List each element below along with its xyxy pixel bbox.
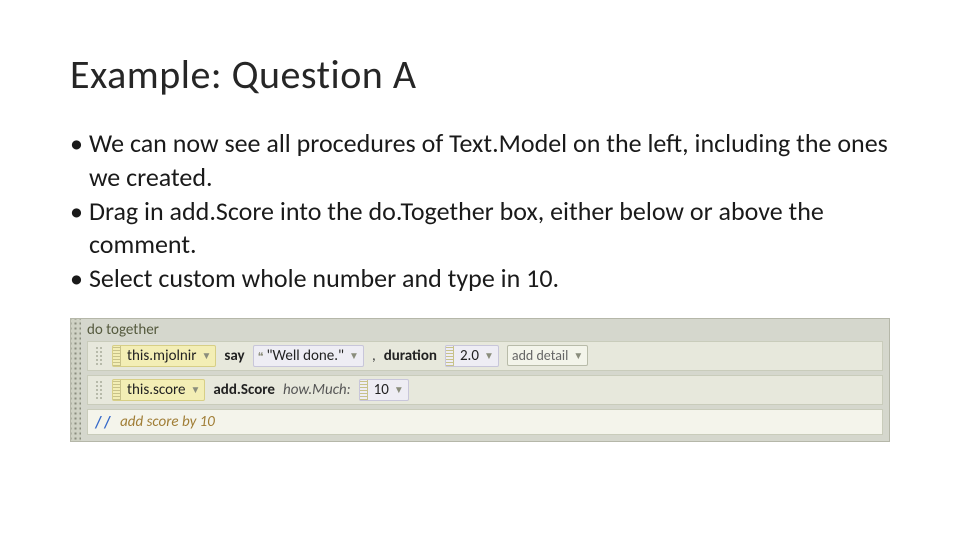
- bullet-text: We can now see all procedures of Text.Mo…: [89, 127, 890, 195]
- duration-label: duration: [384, 347, 437, 365]
- quote-icon: [258, 347, 264, 365]
- param-value: 10: [374, 381, 389, 399]
- stripes-icon: [360, 380, 368, 400]
- bullet-text: Drag in add.Score into the do.Together b…: [89, 195, 890, 263]
- dropdown-icon[interactable]: ▼: [191, 383, 201, 396]
- bullet-list: • We can now see all procedures of Text.…: [70, 127, 890, 296]
- method-name: say: [224, 347, 244, 365]
- duration-value: 2.0: [460, 347, 479, 365]
- dropdown-icon[interactable]: ▼: [201, 349, 211, 362]
- bullet-dot-icon: •: [70, 262, 83, 296]
- stripes-icon: [113, 346, 121, 366]
- slide-title: Example: Question A: [70, 50, 890, 99]
- target-text: this.mjolnir: [127, 347, 196, 365]
- drag-handle-icon[interactable]: [71, 319, 81, 441]
- target-pill[interactable]: this.score ▼: [112, 379, 205, 401]
- stripes-icon: [446, 346, 454, 366]
- code-row-addscore[interactable]: this.score ▼ add.Score how.Much: 10 ▼: [87, 375, 883, 405]
- bullet-dot-icon: •: [70, 127, 83, 195]
- bullet-item: • Select custom whole number and type in…: [70, 262, 890, 296]
- comma-sep: ,: [372, 347, 376, 365]
- bullet-text: Select custom whole number and type in 1…: [89, 262, 890, 296]
- dropdown-icon[interactable]: ▼: [484, 349, 494, 362]
- param-label: how.Much:: [283, 381, 351, 399]
- string-arg-pill[interactable]: "Well done." ▼: [253, 345, 364, 367]
- bullet-item: • We can now see all procedures of Text.…: [70, 127, 890, 195]
- bullet-item: • Drag in add.Score into the do.Together…: [70, 195, 890, 263]
- target-pill[interactable]: this.mjolnir ▼: [112, 345, 216, 367]
- method-name: add.Score: [213, 381, 275, 399]
- bullet-dot-icon: •: [70, 195, 83, 263]
- code-row-say[interactable]: this.mjolnir ▼ say "Well done." ▼ , dura…: [87, 341, 883, 371]
- drag-grip-icon[interactable]: [94, 379, 104, 401]
- add-detail-text: add detail: [512, 347, 568, 364]
- comment-slashes: //: [94, 413, 112, 431]
- do-together-label: do together: [71, 319, 889, 341]
- add-detail-pill[interactable]: add detail ▼: [507, 345, 588, 366]
- drag-grip-icon[interactable]: [94, 345, 104, 367]
- do-together-block[interactable]: do together this.mjolnir ▼ say "Well don…: [70, 318, 890, 442]
- code-row-comment[interactable]: // add score by 10: [87, 409, 883, 435]
- target-text: this.score: [127, 381, 186, 399]
- dropdown-icon[interactable]: ▼: [394, 383, 404, 396]
- dropdown-icon[interactable]: ▼: [349, 349, 359, 362]
- string-arg-text: "Well done.": [267, 347, 344, 365]
- param-value-pill[interactable]: 10 ▼: [359, 379, 409, 401]
- dropdown-icon[interactable]: ▼: [573, 349, 583, 362]
- duration-pill[interactable]: 2.0 ▼: [445, 345, 499, 367]
- comment-text: add score by 10: [120, 413, 215, 431]
- stripes-icon: [113, 380, 121, 400]
- code-block: do together this.mjolnir ▼ say "Well don…: [70, 318, 890, 442]
